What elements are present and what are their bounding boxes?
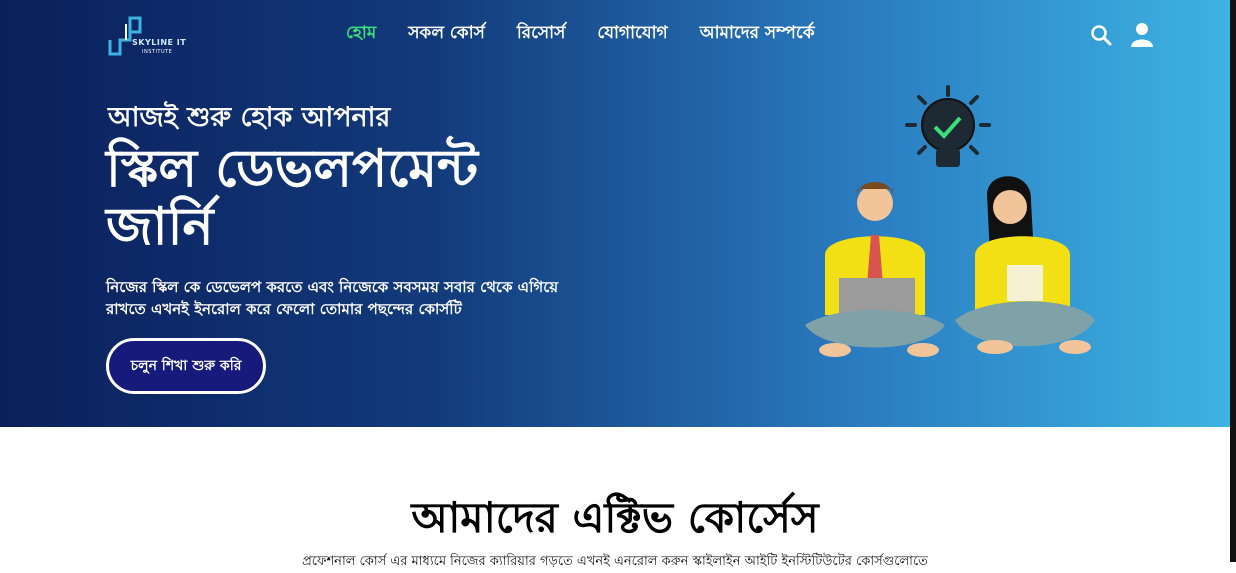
students-illustration xyxy=(805,85,1095,357)
logo-text: SKYLINE IT xyxy=(132,38,187,47)
logo-subtext: INSTITUTE xyxy=(142,49,173,55)
window-edge xyxy=(1230,0,1236,562)
brand-logo[interactable]: SKYLINE IT INSTITUTE xyxy=(108,14,188,58)
hero-section: SKYLINE IT INSTITUTE হোম সকল কোর্স রিসোর… xyxy=(0,0,1230,427)
start-learning-button[interactable]: চলুন শিখা শুরু করি xyxy=(106,338,266,394)
main-nav: হোম সকল কোর্স রিসোর্স যোগাযোগ আমাদের সম্… xyxy=(346,20,815,48)
nav-item-contact[interactable]: যোগাযোগ xyxy=(597,20,667,48)
nav-item-all-courses[interactable]: সকল কোর্স xyxy=(408,20,485,48)
hero-description: নিজের স্কিল কে ডেভেলপ করতে এবং নিজেকে সব… xyxy=(106,278,559,318)
user-icon[interactable] xyxy=(1130,22,1154,48)
courses-section-title: আমাদের এক্টিভ কোর্সেস xyxy=(411,493,819,542)
nav-item-resources[interactable]: রিসোর্স xyxy=(517,20,565,48)
nav-actions xyxy=(1090,22,1154,48)
nav-item-about[interactable]: আমাদের সম্পর্কে xyxy=(700,20,815,48)
lightbulb-icon xyxy=(905,85,991,167)
search-icon[interactable] xyxy=(1090,24,1112,46)
hero-subtitle: আজই শুরু হোক আপনার xyxy=(108,102,391,133)
hero-headline: স্কিল ডেভলপমেন্ট জার্নি xyxy=(106,139,479,257)
woman-figure xyxy=(955,176,1095,354)
courses-section-description: প্রফেশনাল কোর্স এর মাধ্যমে নিজের ক্যারিয… xyxy=(302,554,928,569)
nav-item-home[interactable]: হোম xyxy=(346,20,376,48)
man-figure xyxy=(805,182,945,357)
